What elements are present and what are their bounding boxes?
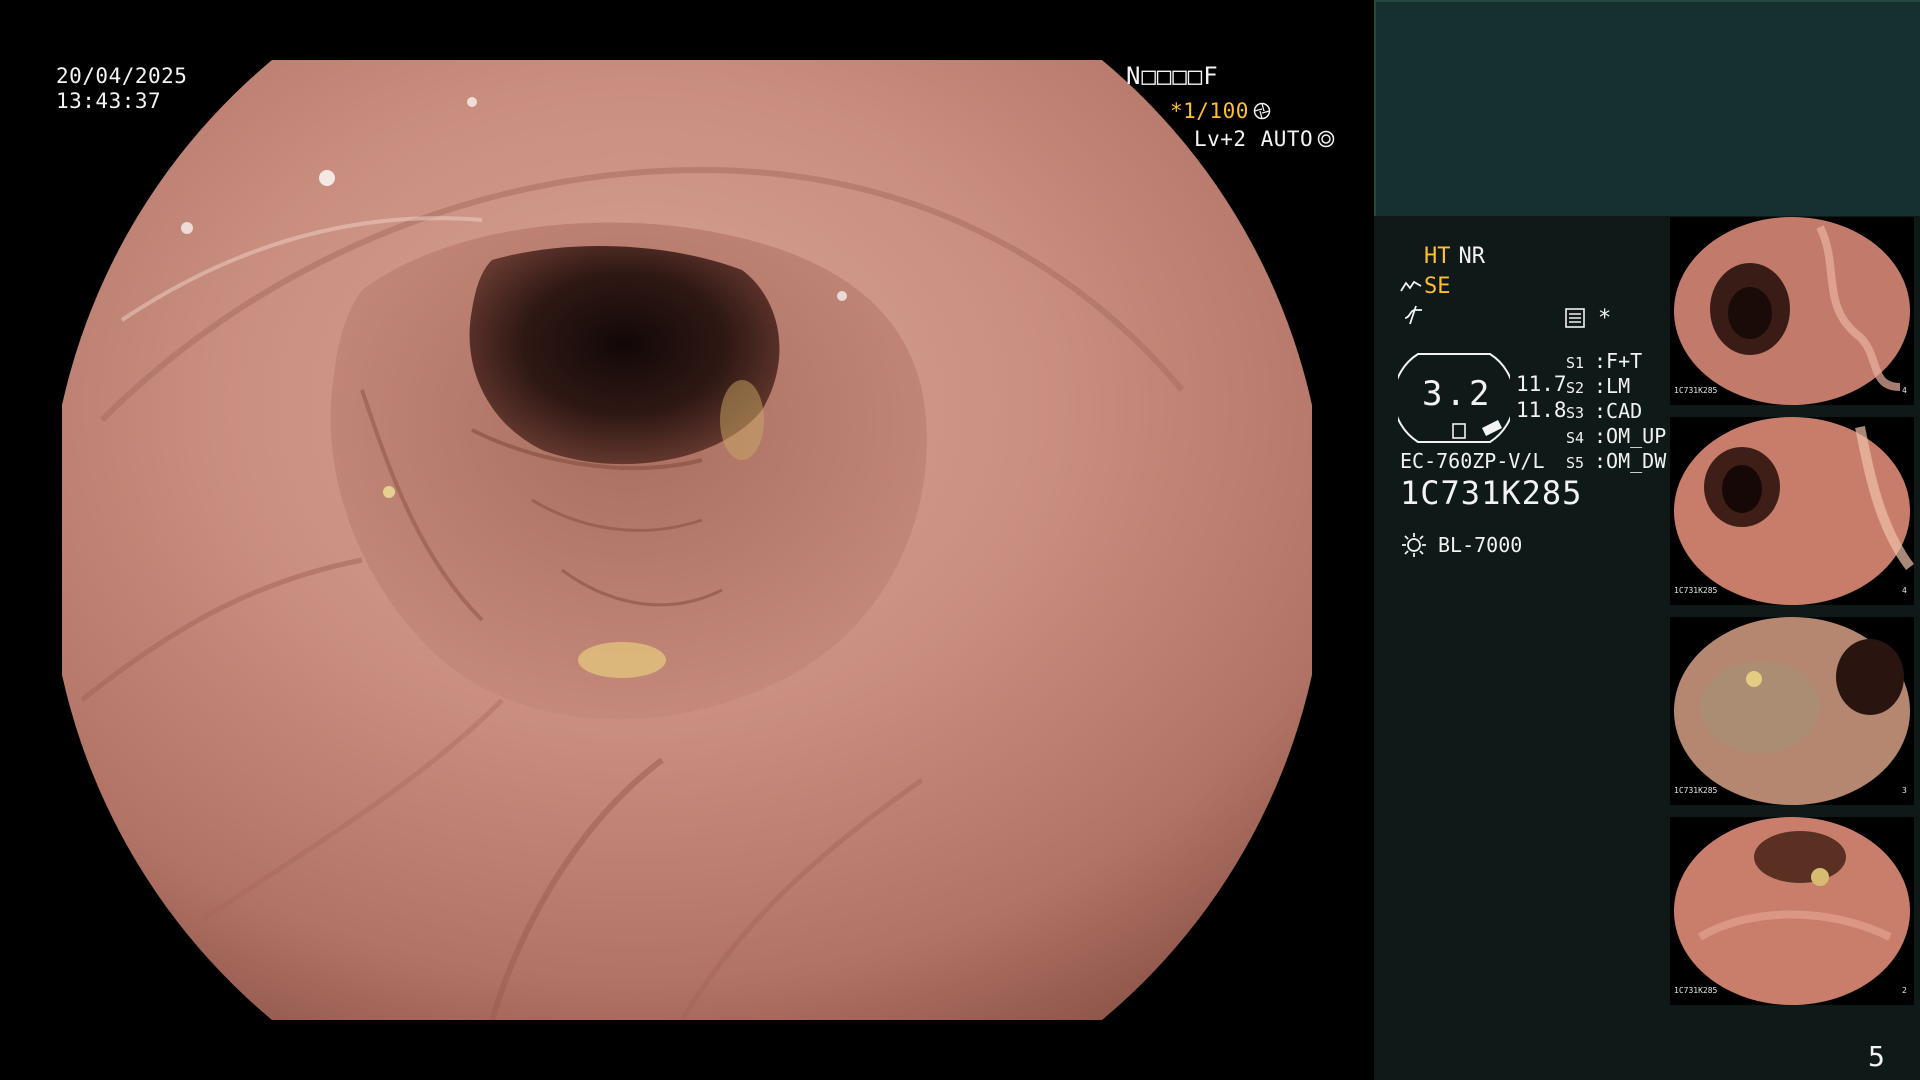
preset-key: S2 [1566, 379, 1585, 397]
preset-s2: S2: LM [1566, 374, 1666, 399]
preset-s5: S5: OM_DW [1566, 449, 1666, 474]
endoscopic-image [62, 60, 1312, 1020]
memo-icon [1564, 307, 1586, 333]
preset-value: LM [1606, 374, 1631, 398]
preset-value: F+T [1606, 349, 1643, 373]
gauge-side-value-2: 11.8 [1516, 398, 1567, 422]
thumbnail-serial: 1C731K285 [1674, 386, 1718, 395]
auto-iris-icon [1317, 130, 1335, 148]
ht-indicator: HT [1424, 244, 1451, 269]
preset-sep: : [1594, 424, 1607, 448]
preset-value: OM_UP [1606, 424, 1667, 448]
endoscope-view: 20/04/2025 13:43:37 N□□□□F *1/100 Lv+2 A… [0, 0, 1374, 1080]
panel-header [1374, 0, 1920, 216]
shutter-icon [1253, 102, 1271, 120]
thumbnail-serial: 1C731K285 [1674, 986, 1718, 995]
nr-indicator: NR [1458, 244, 1486, 269]
thumbnail-index: 4 [1902, 586, 1907, 595]
page-number: 5 [1868, 1040, 1885, 1073]
preset-key: S5 [1566, 454, 1585, 472]
shutter-speed: *1/100 [1170, 99, 1249, 123]
captured-image-thumbnail[interactable]: 1C731K285 4 [1670, 417, 1914, 605]
preset-s3: S3: CAD [1566, 399, 1666, 424]
light-source-row: BL-7000 [1400, 531, 1522, 559]
thumbnail-index: 4 [1902, 386, 1907, 395]
scope-switch-presets: S1: F+T S2: LM S3: CAD S4: OM_UP S5: OM_DW [1566, 349, 1666, 474]
processing-row: HT NR [1424, 244, 1485, 269]
preset-sep: : [1594, 349, 1607, 373]
structure-enhance-icon [1400, 278, 1422, 296]
preset-key: S4 [1566, 429, 1585, 447]
level-row: Lv+2 AUTO [1194, 127, 1335, 151]
preset-sep: : [1594, 374, 1607, 398]
thumbnail-index: 3 [1902, 786, 1907, 795]
light-source-model: BL-7000 [1438, 533, 1523, 557]
se-indicator: SE [1424, 274, 1451, 299]
thumbnail-serial: 1C731K285 [1674, 586, 1718, 595]
light-source-icon [1400, 531, 1428, 559]
scope-serial: 1C731K285 [1400, 474, 1583, 512]
asterisk-mark: * [1598, 306, 1612, 331]
thumbnail-serial: 1C731K285 [1674, 786, 1718, 795]
exam-date: 20/04/2025 [56, 64, 188, 88]
preset-key: S1 [1566, 354, 1585, 372]
iris-level: Lv+2 [1194, 127, 1247, 151]
captured-image-thumbnail[interactable]: 1C731K285 2 [1670, 817, 1914, 1005]
structure-enhance-row: SE [1400, 274, 1451, 299]
preset-key: S3 [1566, 404, 1585, 422]
preset-sep: : [1594, 449, 1607, 473]
preset-sep: : [1594, 399, 1607, 423]
exam-time: 13:43:37 [56, 89, 162, 113]
preset-value: CAD [1606, 399, 1643, 423]
iris-mode: AUTO [1260, 127, 1314, 151]
scope-model: EC-760ZP-V/L [1400, 449, 1545, 473]
preset-s1: S1: F+T [1566, 349, 1666, 374]
captured-image-thumbnail[interactable]: 1C731K285 4 [1670, 217, 1914, 405]
gauge-value: 3.2 [1422, 374, 1493, 414]
patient-id: N□□□□F [1126, 62, 1219, 90]
captured-image-thumbnail[interactable]: 1C731K285 3 [1670, 617, 1914, 805]
gauge-side-value-1: 11.7 [1516, 372, 1567, 396]
preset-value: OM_DW [1606, 449, 1667, 473]
shutter-row: *1/100 [1170, 99, 1271, 123]
thumbnail-index: 2 [1902, 986, 1907, 995]
filter-icon [1402, 304, 1424, 330]
preset-s4: S4: OM_UP [1566, 424, 1666, 449]
